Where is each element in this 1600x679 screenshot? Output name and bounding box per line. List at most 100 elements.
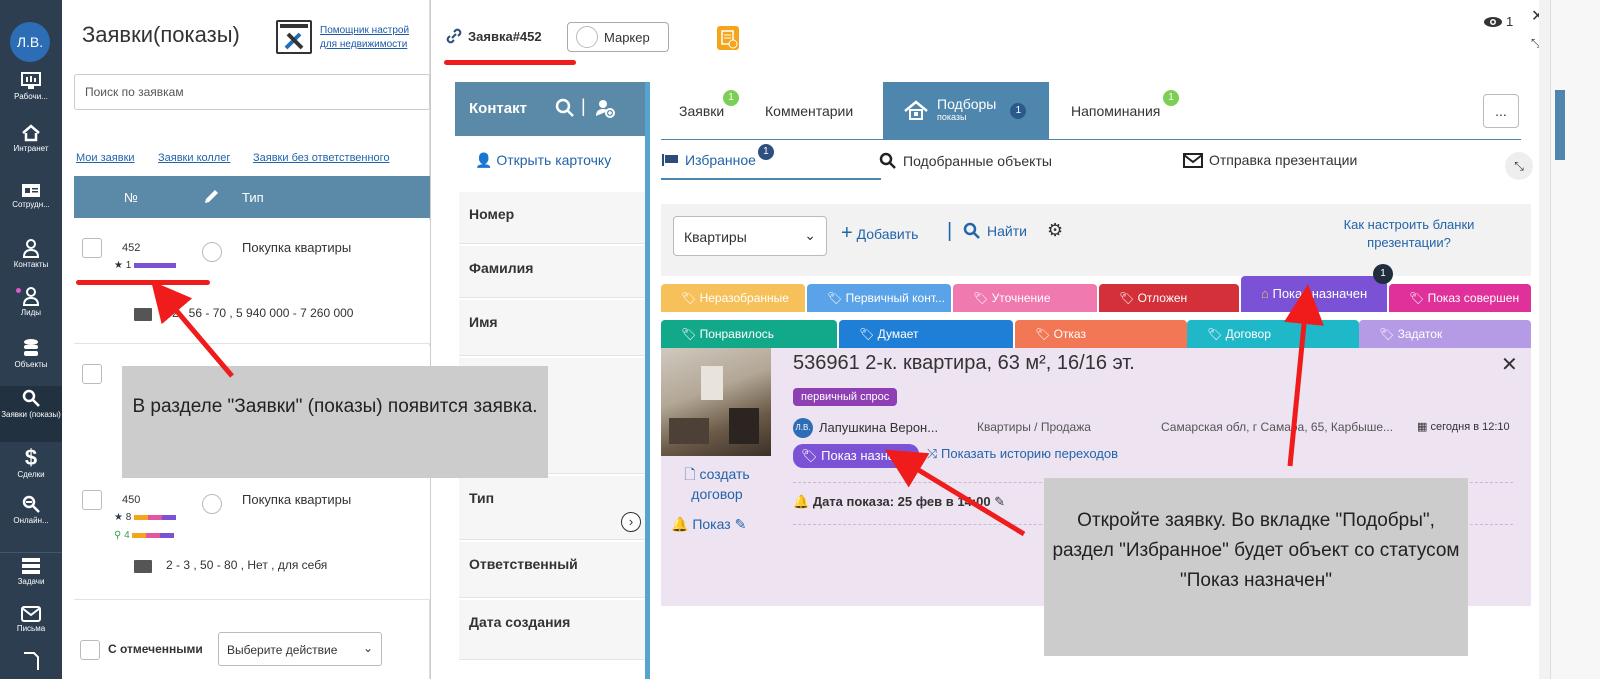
expand-panel-icon[interactable]: ›: [621, 512, 641, 532]
column-type[interactable]: Тип: [242, 190, 264, 205]
nav-item-leads[interactable]: Лиды: [0, 286, 62, 318]
page-title: Заявки(показы): [82, 22, 240, 47]
callout-right: Откройте заявку. Во вкладке "Подобры", р…: [1044, 478, 1468, 656]
row-checkbox[interactable]: [82, 364, 102, 384]
collapse-icon[interactable]: ⤡: [1505, 152, 1533, 180]
filter-colleague-requests[interactable]: Заявки коллег: [158, 152, 230, 164]
add-document-icon[interactable]: [717, 26, 739, 50]
nav-item-objects[interactable]: Объекты: [0, 338, 62, 370]
side-tab[interactable]: [1555, 90, 1565, 160]
pencil-icon[interactable]: [202, 188, 220, 209]
search-icon[interactable]: [555, 98, 575, 118]
nav-item-mail[interactable]: Письма: [0, 606, 62, 634]
agent-avatar: Л.В.: [793, 418, 813, 438]
status-tab-showing-scheduled[interactable]: ⌂ Показ назначен: [1241, 276, 1387, 312]
nav-item-requests[interactable]: Заявки (показы): [0, 386, 62, 442]
tag-icon: 🏷: [1379, 327, 1395, 341]
status-tab-contract[interactable]: 🏷 Договор: [1187, 320, 1359, 348]
tools-icon[interactable]: [276, 20, 312, 54]
callout-left: В разделе "Заявки" (показы) появится зая…: [122, 366, 548, 478]
contact-header: Контакт |: [455, 82, 647, 136]
nav-item-contacts[interactable]: Контакты: [0, 238, 62, 270]
nav-item-intranet[interactable]: Интранет: [0, 124, 62, 154]
add-contact-icon[interactable]: [595, 98, 615, 118]
object-photo[interactable]: [661, 348, 771, 456]
row-checkbox[interactable]: [82, 490, 102, 510]
separator: |: [581, 96, 586, 116]
shuffle-icon: ⤨: [927, 446, 938, 461]
user-avatar[interactable]: Л.В.: [10, 22, 50, 62]
history-link[interactable]: ⤨ Показать историю переходов: [927, 446, 1118, 462]
status-tab-unsorted[interactable]: 🏷 Неразобранные: [661, 284, 805, 312]
table-row[interactable]: 450 ★ 8 ⚲ 4 Покупка квартиры 2 - 3 , 50 …: [74, 476, 430, 600]
star-count: 8: [125, 512, 132, 523]
field-firstname: Имя: [459, 300, 647, 356]
subtab-send-presentation[interactable]: Отправка презентации: [1183, 152, 1357, 168]
status-tab-showing-done[interactable]: 🏷 Показ совершен: [1389, 284, 1531, 312]
calendar-icon: ▦: [1417, 421, 1428, 433]
status-label: Показ назначен: [1272, 286, 1368, 301]
select-all-checkbox[interactable]: [80, 640, 100, 660]
row-checkbox[interactable]: [82, 238, 102, 258]
notification-dot: [16, 288, 21, 293]
field-number: Номер: [459, 192, 647, 244]
status-tab-deposit[interactable]: 🏷 Задаток: [1359, 320, 1531, 348]
status-tab-refusal[interactable]: 🏷 Отказ: [1015, 320, 1187, 348]
plus-icon: +: [841, 222, 853, 244]
online-icon: [22, 495, 40, 513]
panel-divider[interactable]: [645, 82, 650, 679]
status-tab-primary-contact[interactable]: 🏷 Первичный конт...: [807, 284, 951, 312]
add-button[interactable]: + Добавить: [841, 222, 918, 245]
status-tab-clarification[interactable]: 🏷 Уточнение: [953, 284, 1097, 312]
open-card-link[interactable]: 👤 Открыть карточку: [475, 152, 611, 169]
tab-requests[interactable]: Заявки 1: [679, 82, 739, 140]
subtab-favorites[interactable]: Избранное 1: [661, 144, 778, 168]
status-tab-thinking[interactable]: 🏷 Думает: [839, 320, 1013, 348]
object-status-badge[interactable]: 🏷 Показ назнач: [793, 444, 919, 468]
agent-name[interactable]: Лапушкина Верон...: [819, 420, 938, 435]
bulk-action-select[interactable]: Выберите действие ⌄: [218, 632, 382, 666]
nav-item-more[interactable]: [0, 652, 62, 672]
pencil-icon[interactable]: ✎: [994, 494, 1005, 509]
tab-reminders[interactable]: Напоминания 1: [1071, 82, 1179, 140]
nav-item-online[interactable]: Онлайн...: [0, 494, 62, 526]
tab-label: Комментарии: [765, 103, 854, 119]
status-label: Отложен: [1137, 291, 1188, 305]
marker-label: Маркер: [604, 29, 650, 45]
filter-my-requests[interactable]: Мои заявки: [76, 152, 135, 164]
nav-item-deals[interactable]: $ Сделки: [0, 446, 62, 480]
status-label: Первичный конт...: [845, 291, 946, 305]
settings-gear-icon[interactable]: ⚙: [1047, 220, 1063, 241]
filter-unassigned-requests[interactable]: Заявки без ответственного: [253, 152, 390, 164]
status-tab-liked[interactable]: 🏷 Понравилось: [661, 320, 837, 348]
status-label: Отказ: [1053, 327, 1086, 341]
helper-link[interactable]: Помощник настрой для недвижимости: [320, 24, 430, 52]
presentation-help-link[interactable]: Как настроить бланки презентации?: [1325, 216, 1493, 252]
close-icon[interactable]: ✕: [1501, 352, 1518, 377]
object-type-select[interactable]: Квартиры ⌄: [673, 216, 827, 256]
subtab-matched-objects[interactable]: Подобранные объекты: [879, 152, 1052, 170]
tag-icon: 🏷: [1207, 327, 1223, 341]
nav-item-dashboard[interactable]: Рабочи...: [0, 72, 62, 102]
column-number[interactable]: №: [124, 190, 138, 205]
nav-label: Рабочи...: [14, 92, 48, 101]
more-button[interactable]: ...: [1483, 94, 1519, 128]
request-title[interactable]: Заявка#452: [445, 22, 542, 50]
create-contract-link[interactable]: 🗋 создать договор: [665, 464, 769, 504]
show-link[interactable]: 🔔 Показ ✎: [671, 516, 746, 533]
progress-bar: [134, 262, 177, 268]
find-button[interactable]: Найти: [963, 222, 1027, 240]
database-icon: [24, 339, 38, 356]
requests-search-input[interactable]: Поиск по заявкам: [74, 74, 430, 110]
object-title[interactable]: 536961 2-к. квартира, 63 м², 16/16 эт.: [793, 352, 1135, 375]
nav-item-tasks[interactable]: Задачи: [0, 552, 62, 587]
row-status-radio[interactable]: [202, 242, 222, 262]
nav-item-staff[interactable]: Сотрудн...: [0, 182, 62, 210]
marker-button[interactable]: Маркер: [567, 22, 669, 52]
row-status-radio[interactable]: [202, 494, 222, 514]
tab-comments[interactable]: Комментарии: [765, 82, 853, 140]
tab-selections[interactable]: Подборы показы 1: [883, 82, 1049, 140]
status-tab-postponed[interactable]: 🏷 Отложен: [1099, 284, 1239, 312]
envelope-icon: [1183, 153, 1203, 168]
progress-bar: [134, 514, 149, 520]
